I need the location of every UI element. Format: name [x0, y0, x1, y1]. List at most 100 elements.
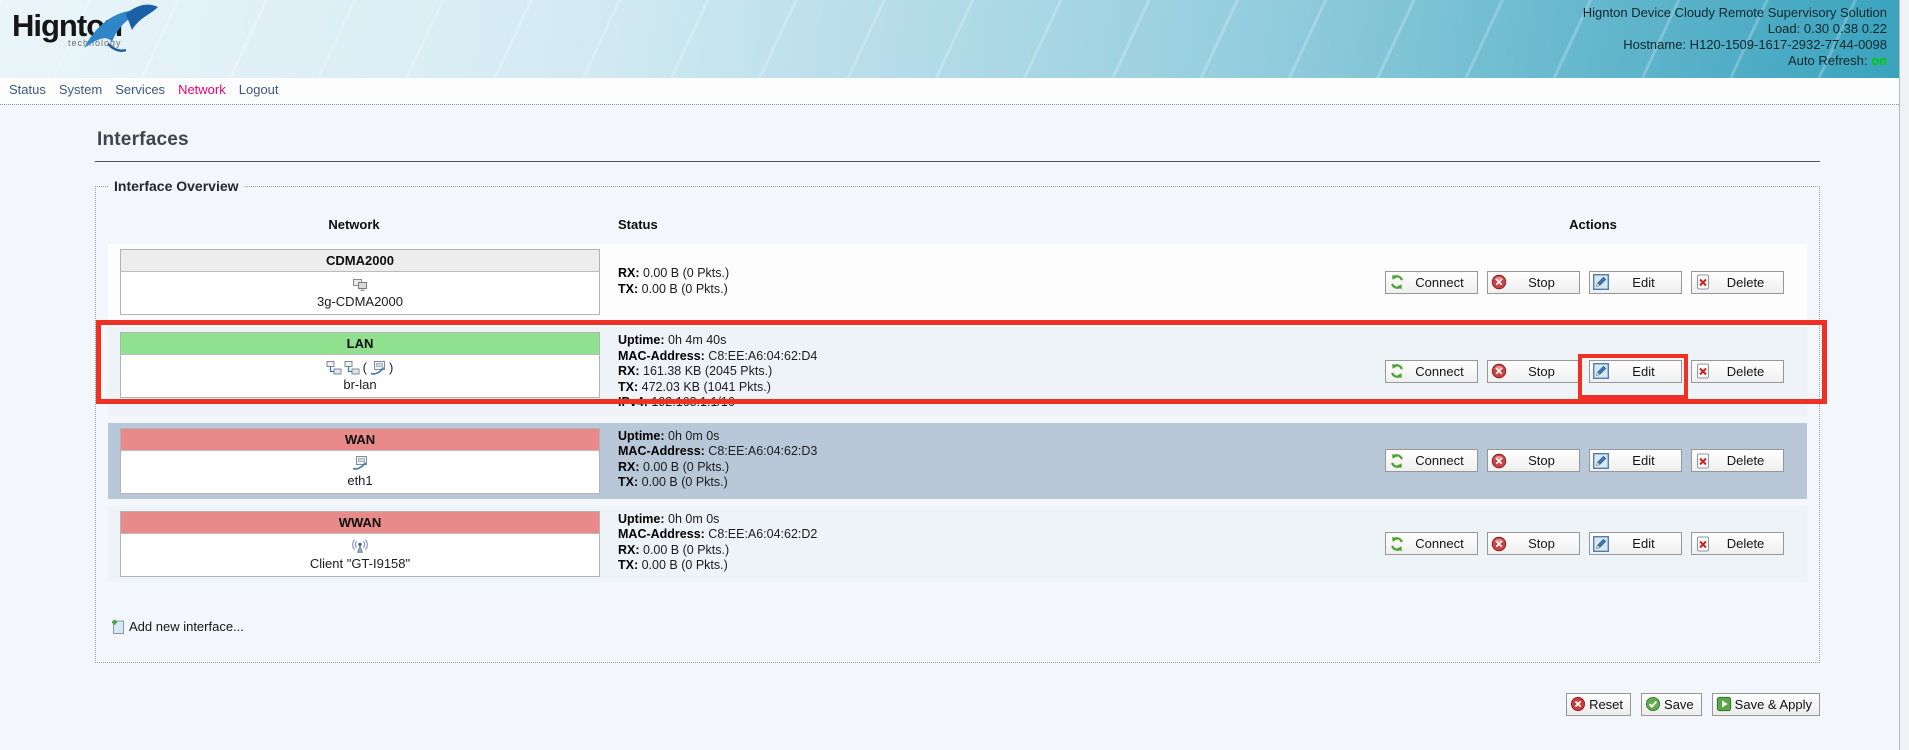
interface-row-wwan: WWAN Client "GT-I9158" Uptime: 0h 0m 0sM…	[108, 506, 1807, 582]
delete-button[interactable]: Delete	[1691, 271, 1784, 294]
stop-button[interactable]: Stop	[1487, 532, 1580, 555]
hostname-line: Hostname: H120-1509-1617-2932-7744-0098	[1583, 37, 1887, 53]
interface-status: Uptime: 0h 0m 0sMAC-Address: C8:EE:A6:04…	[600, 511, 1379, 577]
button-label: Edit	[1609, 275, 1678, 290]
button-label: Stop	[1507, 275, 1576, 290]
add-new-interface-label: Add new interface...	[129, 619, 244, 634]
vertical-scrollbar[interactable]	[1899, 0, 1909, 750]
nav-item-services[interactable]: Services	[115, 82, 165, 97]
connect-icon	[1389, 363, 1405, 379]
auto-refresh-label: Auto Refresh:	[1788, 53, 1868, 68]
button-label: Delete	[1711, 364, 1780, 379]
status-line: MAC-Address: C8:EE:A6:04:62:D2	[618, 527, 1379, 543]
interface-status: RX: 0.00 B (0 Pkts.)TX: 0.00 B (0 Pkts.)	[600, 249, 1379, 315]
interface-status: Uptime: 0h 0m 0sMAC-Address: C8:EE:A6:04…	[600, 428, 1379, 494]
stop-icon	[1491, 274, 1507, 290]
button-label: Edit	[1609, 536, 1678, 551]
delete-icon	[1695, 274, 1711, 290]
edit-button[interactable]: Edit	[1589, 271, 1682, 294]
interface-actions: Connect Stop Edit Delete	[1379, 249, 1807, 315]
connect-button[interactable]: Connect	[1385, 271, 1478, 294]
stop-button[interactable]: Stop	[1487, 360, 1580, 383]
button-label: Delete	[1711, 536, 1780, 551]
button-label: Save & Apply	[1735, 697, 1812, 712]
button-label: Reset	[1589, 697, 1623, 712]
auto-refresh-line: Auto Refresh: on	[1583, 53, 1887, 69]
button-label: Stop	[1507, 364, 1576, 379]
bridge-icon	[344, 360, 360, 376]
reset-button[interactable]: Reset	[1566, 693, 1631, 716]
save-button[interactable]: Save	[1641, 693, 1702, 716]
button-label: Edit	[1609, 364, 1678, 379]
main-content: Interfaces Interface Overview Network St…	[0, 105, 1909, 716]
system-info: Hignton Device Cloudy Remote Supervisory…	[1583, 5, 1887, 69]
stop-button[interactable]: Stop	[1487, 449, 1580, 472]
modem-icon	[352, 277, 368, 293]
stop-icon	[1491, 536, 1507, 552]
save-apply-button[interactable]: Save & Apply	[1712, 693, 1820, 716]
nav-item-system[interactable]: System	[59, 82, 102, 97]
button-label: Connect	[1405, 536, 1474, 551]
edit-button[interactable]: Edit	[1589, 449, 1682, 472]
status-line: Uptime: 0h 4m 40s	[618, 333, 1379, 349]
nav-item-status[interactable]: Status	[9, 82, 46, 97]
add-new-interface-button[interactable]: Add new interface...	[110, 619, 244, 635]
interface-actions: Connect Stop Edit Delete	[1379, 511, 1807, 577]
interface-rows: CDMA2000 3g-CDMA2000 RX: 0.00 B (0 Pkts.…	[108, 244, 1807, 582]
status-line: IPv4: 192.168.1.1/16	[618, 395, 1379, 411]
status-line: TX: 0.00 B (0 Pkts.)	[618, 282, 1379, 298]
connect-button[interactable]: Connect	[1385, 360, 1478, 383]
ethernet-icon	[352, 455, 368, 471]
edit-button[interactable]: Edit	[1589, 532, 1682, 555]
interface-device: 3g-CDMA2000	[121, 294, 599, 309]
button-label: Edit	[1609, 453, 1678, 468]
interface-actions: Connect Stop Edit Delete	[1379, 332, 1807, 411]
interface-device: Client "GT-I9158"	[121, 556, 599, 571]
edit-icon	[1593, 274, 1609, 290]
interface-type-icons: ()	[121, 359, 599, 376]
status-line: RX: 0.00 B (0 Pkts.)	[618, 266, 1379, 282]
product-line: Hignton Device Cloudy Remote Supervisory…	[1583, 5, 1887, 21]
apply-icon	[1716, 696, 1732, 712]
interface-device: br-lan	[121, 377, 599, 392]
page-title: Interfaces	[95, 129, 1820, 162]
interface-name: WWAN	[121, 512, 599, 534]
status-line: Uptime: 0h 0m 0s	[618, 512, 1379, 528]
button-label: Stop	[1507, 536, 1576, 551]
network-box: CDMA2000 3g-CDMA2000	[120, 249, 600, 315]
interface-name: LAN	[121, 333, 599, 355]
status-line: Uptime: 0h 0m 0s	[618, 429, 1379, 445]
nav-item-network[interactable]: Network	[178, 82, 226, 97]
status-line: MAC-Address: C8:EE:A6:04:62:D4	[618, 349, 1379, 365]
delete-button[interactable]: Delete	[1691, 360, 1784, 383]
logo-subtitle: technology	[68, 38, 122, 48]
stop-button[interactable]: Stop	[1487, 271, 1580, 294]
save-icon	[1645, 696, 1661, 712]
table-header-row: Network Status Actions	[108, 217, 1807, 232]
button-label: Stop	[1507, 453, 1576, 468]
column-header-status: Status	[600, 217, 1379, 232]
interface-type-icons	[121, 538, 599, 555]
network-box: WAN eth1	[120, 428, 600, 494]
logo: Hignton technology	[12, 10, 122, 48]
icon-parenthesis: )	[388, 360, 394, 375]
button-label: Connect	[1405, 275, 1474, 290]
status-line: TX: 0.00 B (0 Pkts.)	[618, 475, 1379, 491]
connect-button[interactable]: Connect	[1385, 449, 1478, 472]
connect-button[interactable]: Connect	[1385, 532, 1478, 555]
delete-button[interactable]: Delete	[1691, 449, 1784, 472]
interface-type-icons	[121, 455, 599, 472]
status-line: RX: 0.00 B (0 Pkts.)	[618, 460, 1379, 476]
edit-button[interactable]: Edit	[1589, 360, 1682, 383]
button-label: Connect	[1405, 364, 1474, 379]
app-header: Hignton technology Hignton Device Cloudy…	[0, 0, 1909, 78]
section-legend: Interface Overview	[108, 178, 245, 194]
button-label: Connect	[1405, 453, 1474, 468]
nav-item-logout[interactable]: Logout	[239, 82, 279, 97]
interface-actions: Connect Stop Edit Delete	[1379, 428, 1807, 494]
delete-button[interactable]: Delete	[1691, 532, 1784, 555]
load-line: Load: 0.30 0.38 0.22	[1583, 21, 1887, 37]
delete-icon	[1695, 363, 1711, 379]
connect-icon	[1389, 536, 1405, 552]
status-line: TX: 472.03 KB (1041 Pkts.)	[618, 380, 1379, 396]
